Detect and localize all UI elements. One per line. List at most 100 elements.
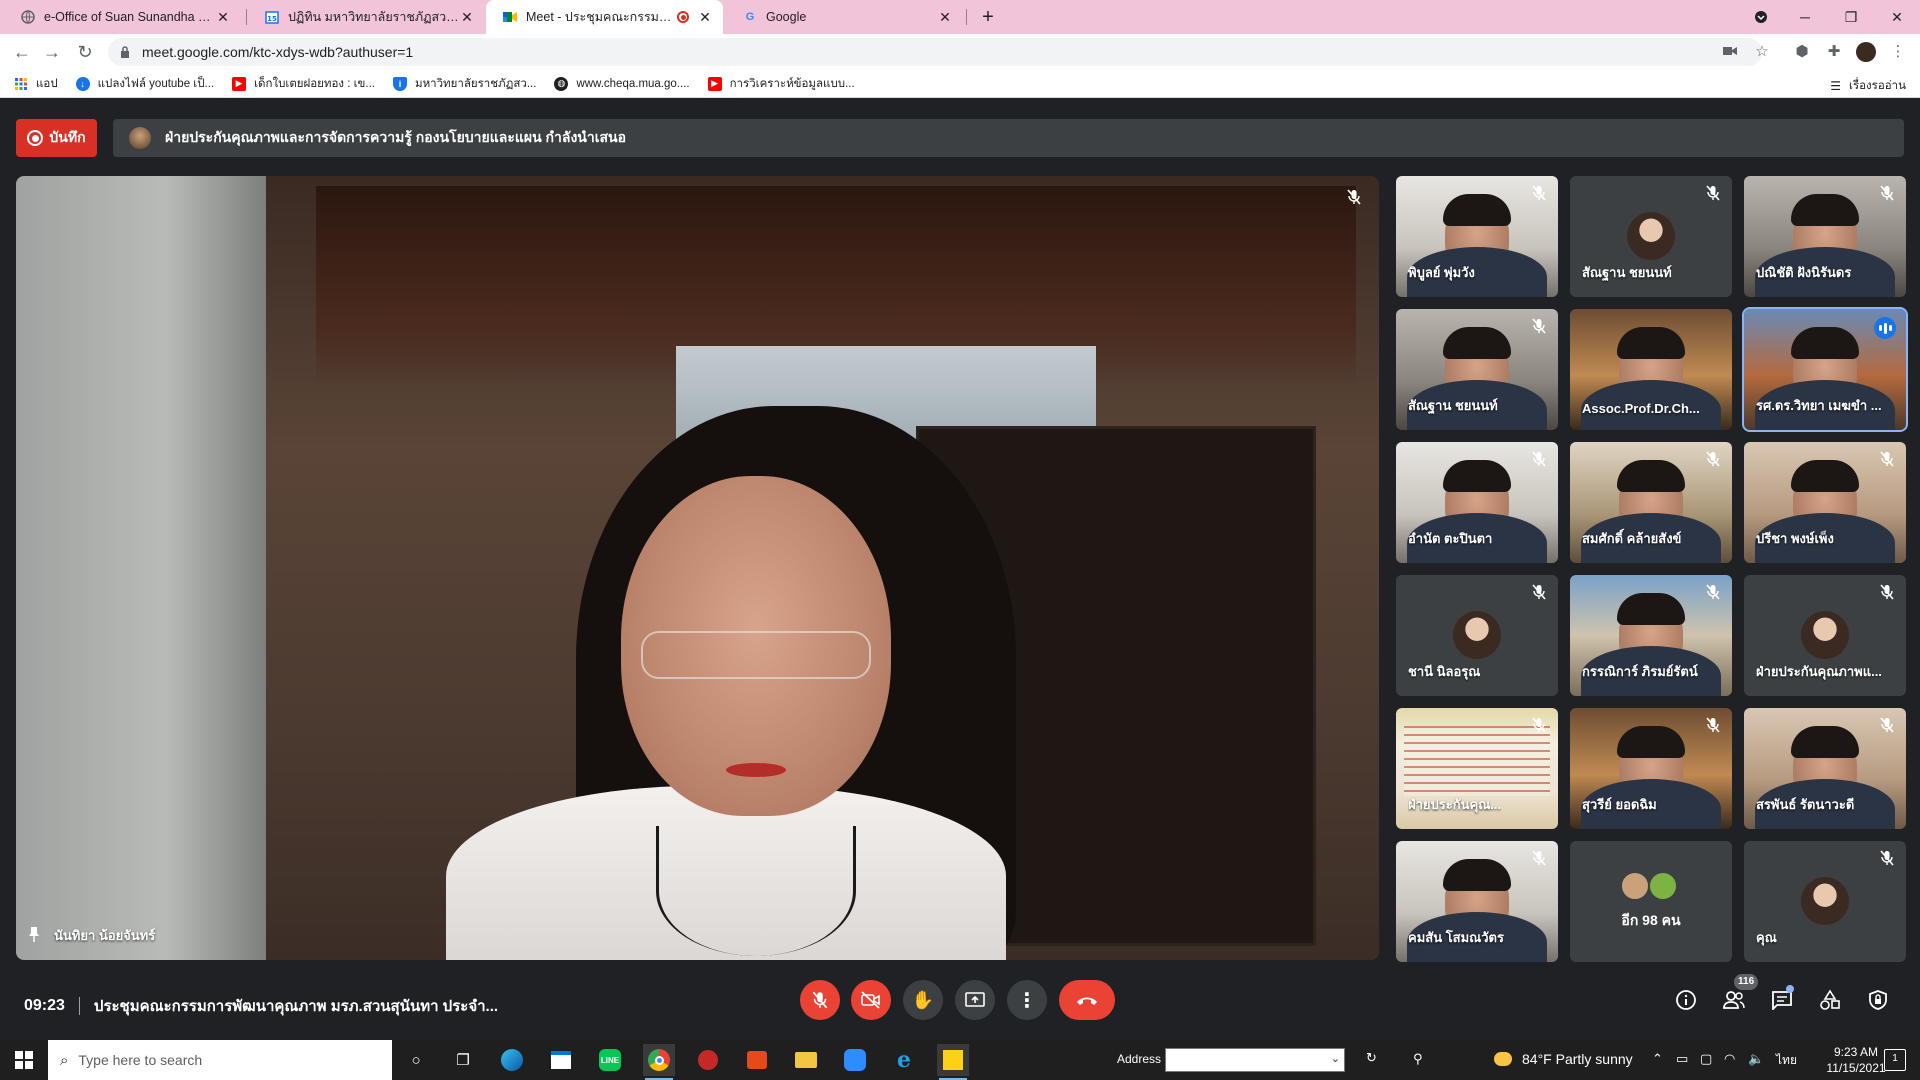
minimize-button[interactable]: ─ <box>1782 0 1828 34</box>
more-participants-tile[interactable]: อีก 98 คน <box>1570 841 1732 962</box>
tab-meet[interactable]: Meet - ประชุมคณะกรรมการพัฒนา ✕ <box>486 0 723 34</box>
participant-name: ฝ่ายประกันคุณภาพแ... <box>1756 664 1882 679</box>
present-screen-button[interactable] <box>955 980 995 1020</box>
bookmark-star-icon[interactable]: ☆ <box>1750 40 1774 64</box>
chevron-up-icon[interactable]: ⌃ <box>1652 1051 1663 1067</box>
file-explorer-icon[interactable] <box>790 1044 822 1076</box>
participant-tile[interactable]: สมศักดิ์ คล้ายสังข์ <box>1570 442 1732 563</box>
host-controls-button[interactable] <box>1864 986 1892 1014</box>
cortana-icon[interactable]: ○ <box>400 1044 432 1076</box>
more-vert-icon: ⋮ <box>1017 989 1037 1012</box>
extensions-puzzle-icon[interactable]: ✚ <box>1822 40 1846 64</box>
tab-calendar[interactable]: 15 ปฏิทิน มหาวิทยาลัยราชภัฏสวนสุนันทา ✕ <box>248 0 485 34</box>
address-toolbar-input[interactable]: ⌄ <box>1165 1048 1345 1072</box>
zoom-icon[interactable] <box>839 1044 871 1076</box>
participant-tile[interactable]: คมสัน โสมณวัตร <box>1396 841 1558 962</box>
weather-widget[interactable]: 84°F Partly sunny <box>1494 1051 1633 1067</box>
extension-shield-icon[interactable]: ⬢ <box>1790 40 1814 64</box>
main-speaker-video[interactable]: นันทิยา น้อยจันทร์ <box>16 176 1379 960</box>
close-icon[interactable]: ✕ <box>697 9 713 26</box>
wifi-icon[interactable]: ◠ <box>1724 1051 1735 1067</box>
participant-tile[interactable]: ปรีชา พงษ์เพ็ง <box>1744 442 1906 563</box>
participant-tile[interactable]: ชานี นิลอรุณ <box>1396 575 1558 696</box>
mic-toggle-button[interactable] <box>800 980 840 1020</box>
volume-icon[interactable]: 🔈 <box>1748 1051 1764 1067</box>
internet-explorer-icon[interactable]: e <box>888 1044 920 1076</box>
profile-avatar[interactable] <box>1854 40 1878 64</box>
address-go-icon[interactable]: ↻ <box>1366 1050 1377 1066</box>
meeting-details[interactable]: 09:23 ประชุมคณะกรรมการพัฒนาคุณภาพ มรภ.สว… <box>24 994 498 1018</box>
bookmark-youtube-converter[interactable]: ↓ แปลงไฟล์ youtube เป็... <box>75 75 214 93</box>
maximize-button[interactable]: ❐ <box>1828 0 1874 34</box>
globe-icon: ◍ <box>554 76 569 91</box>
participant-tile[interactable]: Assoc.Prof.Dr.Ch... <box>1570 309 1732 430</box>
tab-separator <box>246 9 247 25</box>
close-icon[interactable]: ✕ <box>215 9 231 26</box>
start-button[interactable] <box>0 1040 48 1080</box>
participant-tile[interactable]: สัณฐาน ชยนนท์ <box>1396 309 1558 430</box>
task-view-icon[interactable]: ❐ <box>447 1044 479 1076</box>
close-icon[interactable]: ✕ <box>459 9 475 26</box>
leave-call-button[interactable] <box>1059 980 1115 1020</box>
display-tray-icon[interactable]: ▢ <box>1700 1051 1712 1067</box>
participant-tile[interactable]: สัณฐาน ชยนนท์ <box>1570 176 1732 297</box>
close-icon[interactable]: ✕ <box>937 9 953 26</box>
participant-name: สรพันธ์ รัตนาวะดี <box>1756 797 1855 812</box>
bookmark-apps[interactable]: แอป <box>14 75 58 93</box>
participant-tile[interactable]: สุวรีย์ ยอดฉิม <box>1570 708 1732 829</box>
forward-icon[interactable]: → <box>40 40 64 64</box>
back-icon[interactable]: ← <box>10 40 34 64</box>
participant-tile[interactable]: อำนัต ตะปินตา <box>1396 442 1558 563</box>
speaking-indicator-icon <box>1874 317 1896 339</box>
notification-center-icon[interactable]: 1 <box>1884 1049 1906 1071</box>
bookmark-youtube-2[interactable]: ▶ การวิเคราะห์ข้อมูลแบบ... <box>707 75 855 93</box>
language-indicator[interactable]: ไทย <box>1776 1051 1797 1070</box>
window-close-button[interactable]: ✕ <box>1874 0 1920 34</box>
camera-icon[interactable] <box>1718 40 1742 64</box>
sticky-notes-icon[interactable] <box>937 1044 969 1080</box>
edge-icon[interactable] <box>496 1044 528 1076</box>
participant-tile[interactable]: สรพันธ์ รัตนาวะดี <box>1744 708 1906 829</box>
activities-button[interactable] <box>1816 986 1844 1014</box>
bookmark-university[interactable]: i มหาวิทยาลัยราชภัฏสว... <box>392 75 536 93</box>
mic-off-icon <box>1704 716 1722 734</box>
taskbar-clock[interactable]: 9:23 AM 11/15/2021 <box>1822 1044 1890 1076</box>
store-icon[interactable] <box>545 1044 577 1076</box>
participant-tile[interactable]: พิบูลย์ พุ่มวัง <box>1396 176 1558 297</box>
camera-toggle-button[interactable] <box>851 980 891 1020</box>
media-player-icon[interactable] <box>741 1044 773 1076</box>
more-menu-icon[interactable]: ⋮ <box>1886 40 1910 64</box>
more-options-button[interactable]: ⋮ <box>1007 980 1047 1020</box>
hand-icon: ✋ <box>911 989 935 1010</box>
tab-search-icon[interactable] <box>1738 0 1784 34</box>
address-bar[interactable]: meet.google.com/ktc-xdys-wdb?authuser=1 <box>108 38 1762 66</box>
app-icon-red[interactable] <box>692 1044 724 1076</box>
chrome-icon[interactable] <box>643 1044 675 1080</box>
tab-e-office[interactable]: e-Office of Suan Sunandha Rajab ✕ <box>4 0 241 34</box>
participant-tile[interactable]: ฝ่ายประกันคุณภาพแ... <box>1744 575 1906 696</box>
reading-list-button[interactable]: ☰ เรื่องรออ่าน <box>1830 77 1906 95</box>
bookmark-label: แอป <box>36 77 58 90</box>
taskbar-search[interactable]: ⌕ Type here to search <box>48 1040 392 1080</box>
bookmark-youtube-1[interactable]: ▶ เด็กใบเตยฝอยทอง : เข... <box>232 75 375 93</box>
participant-tile[interactable]: ปณิชัติ ฝังนิรันดร <box>1744 176 1906 297</box>
participant-tile[interactable]: คุณ <box>1744 841 1906 962</box>
participant-tile[interactable]: รศ.ดร.วิทยา เมฆขำ ... <box>1742 307 1908 432</box>
line-app-icon[interactable]: LINE <box>594 1044 626 1076</box>
new-tab-button[interactable]: + <box>975 4 1001 30</box>
windows-logo-icon <box>15 1051 33 1069</box>
participants-button[interactable] <box>1720 986 1748 1014</box>
recording-button[interactable]: บันทึก <box>16 119 97 157</box>
participant-tile[interactable]: ฝ่ายประกันคุณ... <box>1396 708 1558 829</box>
participant-name: ปณิชัติ ฝังนิรันดร <box>1756 265 1852 280</box>
tab-google[interactable]: G Google ✕ <box>726 0 963 34</box>
reload-icon[interactable]: ↻ <box>73 40 97 64</box>
raise-hand-button[interactable]: ✋ <box>903 980 943 1020</box>
meeting-info-button[interactable] <box>1672 986 1700 1014</box>
participant-tile[interactable]: กรรณิการ์ ภิรมย์รัตน์ <box>1570 575 1732 696</box>
network-tray-icon[interactable]: ▭ <box>1676 1051 1688 1067</box>
notification-count: 1 <box>1892 1053 1898 1064</box>
people-tray-icon[interactable]: ⚲ <box>1413 1051 1423 1067</box>
bookmark-cheqa[interactable]: ◍ www.cheqa.mua.go.... <box>554 76 690 91</box>
meet-stage: บันทึก ฝ่ายประกันคุณภาพและการจัดการความร… <box>0 99 1920 1039</box>
